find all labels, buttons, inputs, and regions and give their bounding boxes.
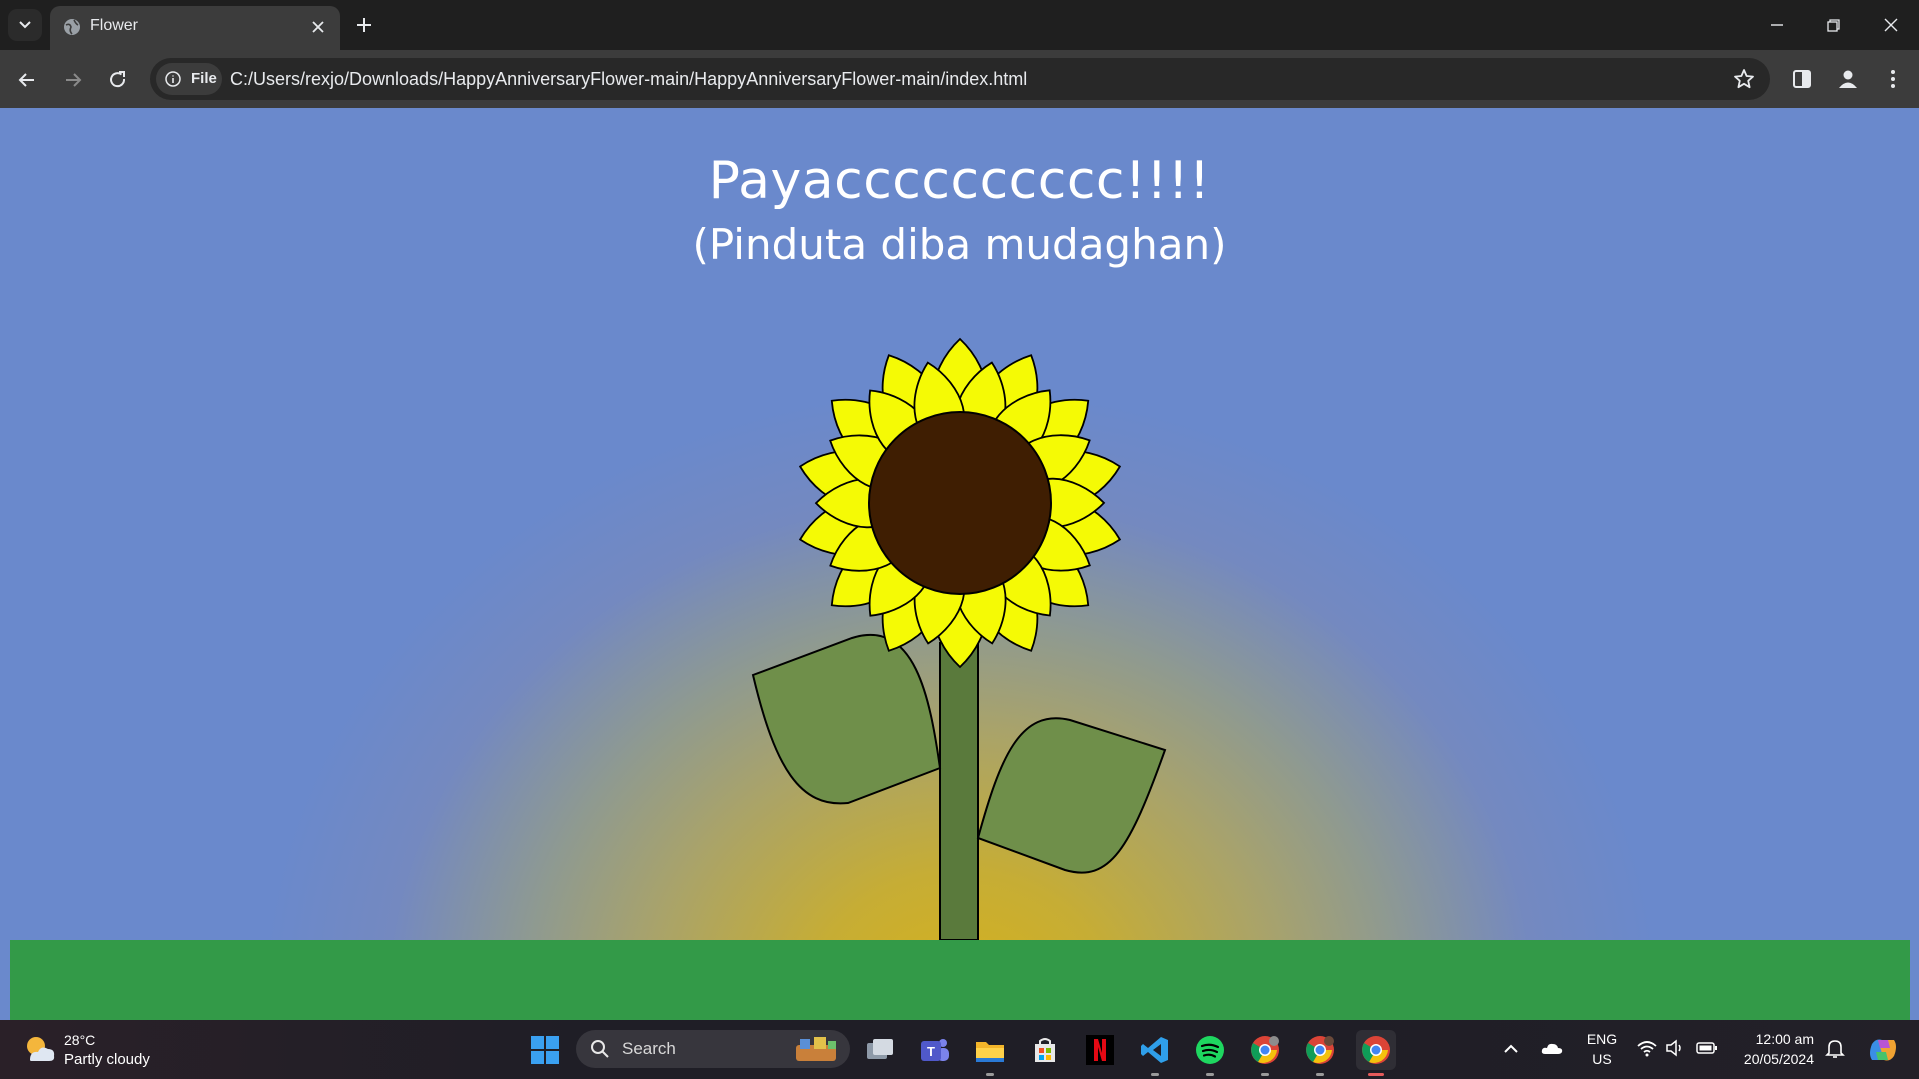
close-icon[interactable]: [308, 17, 328, 37]
chrome-profile-button-1[interactable]: [1245, 1030, 1285, 1076]
svg-text:T: T: [927, 1044, 935, 1059]
active-indicator: [1368, 1073, 1384, 1076]
running-indicator: [1316, 1073, 1324, 1076]
chevron-up-icon[interactable]: [1502, 1040, 1520, 1058]
clock-time[interactable]: 12:00 am: [1730, 1031, 1814, 1047]
chrome-profile-icon: [1251, 1036, 1279, 1064]
forward-icon[interactable]: [60, 67, 86, 93]
start-button[interactable]: [525, 1030, 565, 1070]
teams-button[interactable]: T: [915, 1030, 955, 1070]
weather-temperature: 28°C: [64, 1032, 96, 1048]
vscode-button[interactable]: [1135, 1030, 1175, 1076]
running-indicator: [1151, 1073, 1159, 1076]
browser-toolbar: File C:/Users/rexjo/Downloads/HappyAnniv…: [0, 50, 1919, 108]
netflix-icon: [1086, 1035, 1114, 1065]
side-panel-icon[interactable]: [1789, 66, 1815, 92]
page-viewport: Payacccccccccc!!!! (Pinduta diba mudagha…: [0, 108, 1919, 1020]
partly-cloudy-icon[interactable]: [22, 1032, 58, 1066]
taskbar: 28°C Partly cloudy Search T ENG US 12:00…: [0, 1020, 1919, 1079]
ground: [10, 940, 1910, 1020]
right-leaf: [976, 717, 1167, 874]
onedrive-cloud-icon[interactable]: [1540, 1039, 1564, 1057]
file-explorer-button[interactable]: [970, 1030, 1010, 1076]
notification-bell-icon[interactable]: [1825, 1038, 1845, 1060]
volume-icon[interactable]: [1665, 1039, 1685, 1057]
microsoft-store-button[interactable]: [1025, 1030, 1065, 1070]
running-indicator: [986, 1073, 994, 1076]
weather-description: Partly cloudy: [64, 1051, 150, 1068]
chrome-profile-icon: [1306, 1036, 1334, 1064]
profile-icon[interactable]: [1835, 66, 1861, 92]
clock-date[interactable]: 20/05/2024: [1730, 1051, 1814, 1067]
copilot-icon[interactable]: [1866, 1034, 1900, 1066]
language-code[interactable]: ENG: [1582, 1031, 1622, 1047]
taskbar-search-box[interactable]: Search: [576, 1030, 850, 1068]
spotify-button[interactable]: [1190, 1030, 1230, 1076]
left-leaf: [751, 634, 942, 805]
task-view-button[interactable]: [860, 1030, 900, 1070]
minimize-icon[interactable]: [1764, 12, 1790, 38]
tab-search-button[interactable]: [8, 9, 42, 41]
running-indicator: [1261, 1073, 1269, 1076]
spotify-icon: [1196, 1036, 1224, 1064]
restore-icon[interactable]: [1820, 12, 1846, 38]
site-info-label: File: [191, 70, 217, 87]
sunflower-illustration[interactable]: [0, 108, 1919, 1020]
chrome-profile-button-2[interactable]: [1300, 1030, 1340, 1076]
language-region[interactable]: US: [1582, 1051, 1622, 1067]
info-icon: [165, 71, 181, 87]
search-highlight-icon: [796, 1037, 836, 1061]
menu-kebab-icon[interactable]: [1880, 66, 1906, 92]
tab-title: Flower: [90, 17, 139, 34]
battery-icon[interactable]: [1696, 1040, 1718, 1056]
site-info-chip[interactable]: File: [156, 63, 222, 95]
netflix-button[interactable]: [1080, 1030, 1120, 1070]
teams-icon: T: [921, 1039, 949, 1061]
windows-logo-icon: [531, 1036, 559, 1064]
microsoft-store-icon: [1035, 1038, 1055, 1062]
chrome-button-active[interactable]: [1356, 1030, 1396, 1076]
wifi-icon[interactable]: [1636, 1039, 1658, 1057]
globe-icon: [64, 19, 80, 35]
vscode-icon: [1141, 1037, 1168, 1063]
chevron-down-icon: [19, 21, 31, 29]
close-window-icon[interactable]: [1878, 12, 1904, 38]
chrome-icon: [1362, 1036, 1390, 1064]
search-label: Search: [622, 1039, 676, 1058]
back-icon[interactable]: [14, 67, 40, 93]
search-icon: [591, 1040, 609, 1058]
url-text[interactable]: C:/Users/rexjo/Downloads/HappyAnniversar…: [230, 69, 1027, 90]
bookmark-star-icon[interactable]: [1732, 67, 1756, 91]
tab-strip: Flower: [0, 0, 1919, 50]
running-indicator: [1206, 1073, 1214, 1076]
new-tab-icon[interactable]: [352, 13, 376, 37]
flower-stem: [939, 642, 979, 941]
flower-center: [868, 411, 1052, 595]
file-explorer-icon: [976, 1042, 1004, 1062]
reload-icon[interactable]: [105, 67, 131, 93]
address-bar[interactable]: File C:/Users/rexjo/Downloads/HappyAnniv…: [150, 58, 1770, 100]
task-view-icon: [867, 1039, 893, 1059]
browser-tab[interactable]: Flower: [50, 6, 340, 50]
